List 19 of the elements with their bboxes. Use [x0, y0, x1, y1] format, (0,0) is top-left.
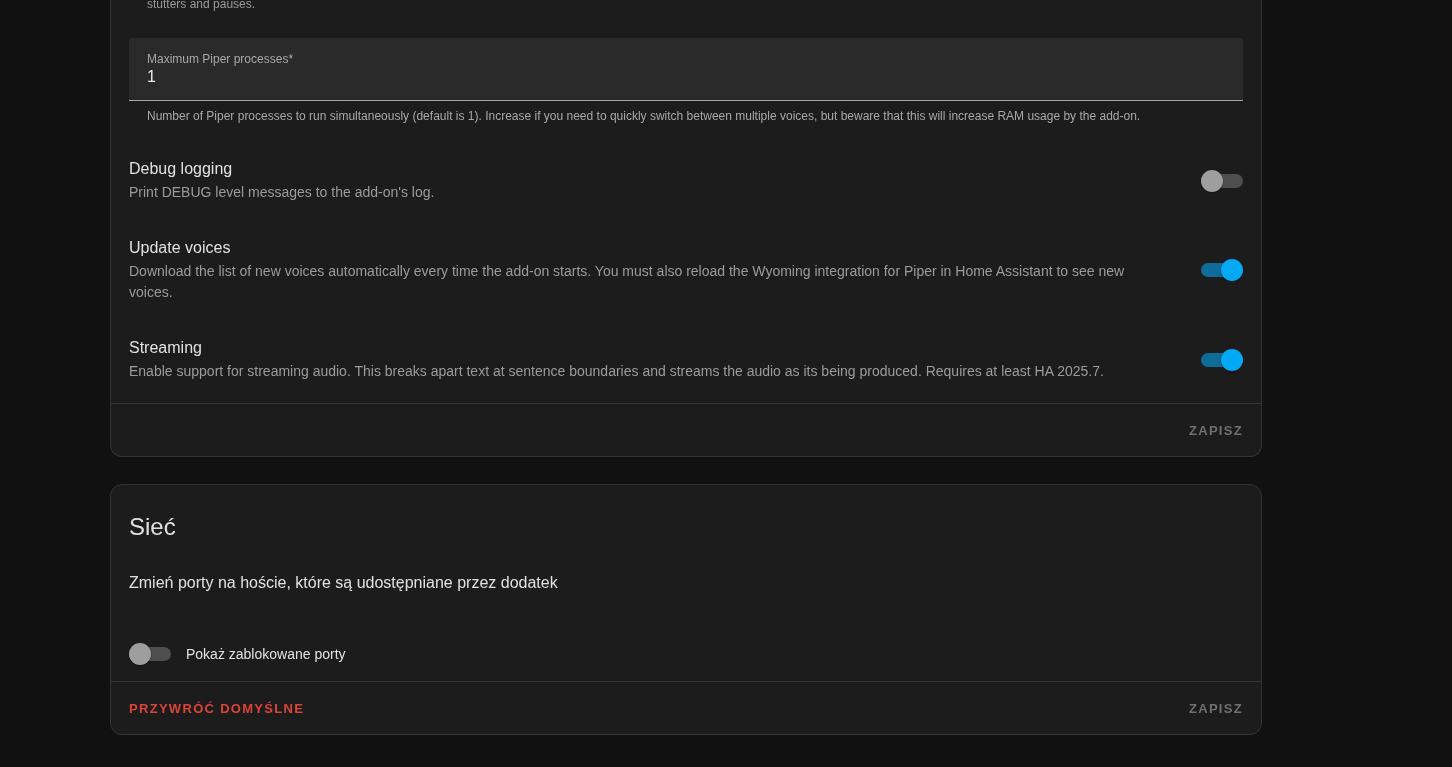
field-helper-text: stutters and pauses.: [146, 0, 257, 13]
reset-button[interactable]: PRZYWRÓĆ DOMYŚLNE: [119, 692, 315, 724]
toggle-label: Pokaż zablokowane porty: [186, 646, 346, 662]
input-field[interactable]: Maximum Piper processes* 1: [129, 38, 1243, 101]
card-title: Sieć: [128, 512, 177, 542]
save-button[interactable]: ZAPISZ: [1178, 414, 1253, 446]
option-description: Enable support for streaming audio. This breaks apart text at sentence boundaries and streams the audio as its being produced. Requires at least HA 2025.7.: [129, 362, 1105, 381]
option-description: Print DEBUG level messages to the add-on's log.: [129, 183, 436, 202]
field-helper-text: Number of Piper processes to run simultaneously (default is 1). Increase if you need to quickly switch between multiple voices, but beware that this will increase RAM usage by the add-on.: [146, 108, 1142, 124]
option-title: Debug logging: [129, 159, 234, 179]
toggle-switch[interactable]: [1201, 169, 1243, 192]
toggle-switch[interactable]: [1201, 348, 1243, 371]
toggle-switch[interactable]: [1201, 259, 1243, 281]
toggle-switch[interactable]: [129, 643, 171, 665]
option-title: Update voices: [129, 238, 232, 258]
save-button[interactable]: ZAPISZ: [1178, 692, 1253, 724]
card-description: Zmień porty na hoście, które są udostępniane przez dodatek: [128, 573, 559, 593]
option-description: Download the list of new voices automatically every time the add-on starts. You must also reload the Wyoming integration for Piper in Home Assistant to see new voices.: [129, 262, 1126, 302]
option-title: Streaming: [129, 338, 203, 358]
